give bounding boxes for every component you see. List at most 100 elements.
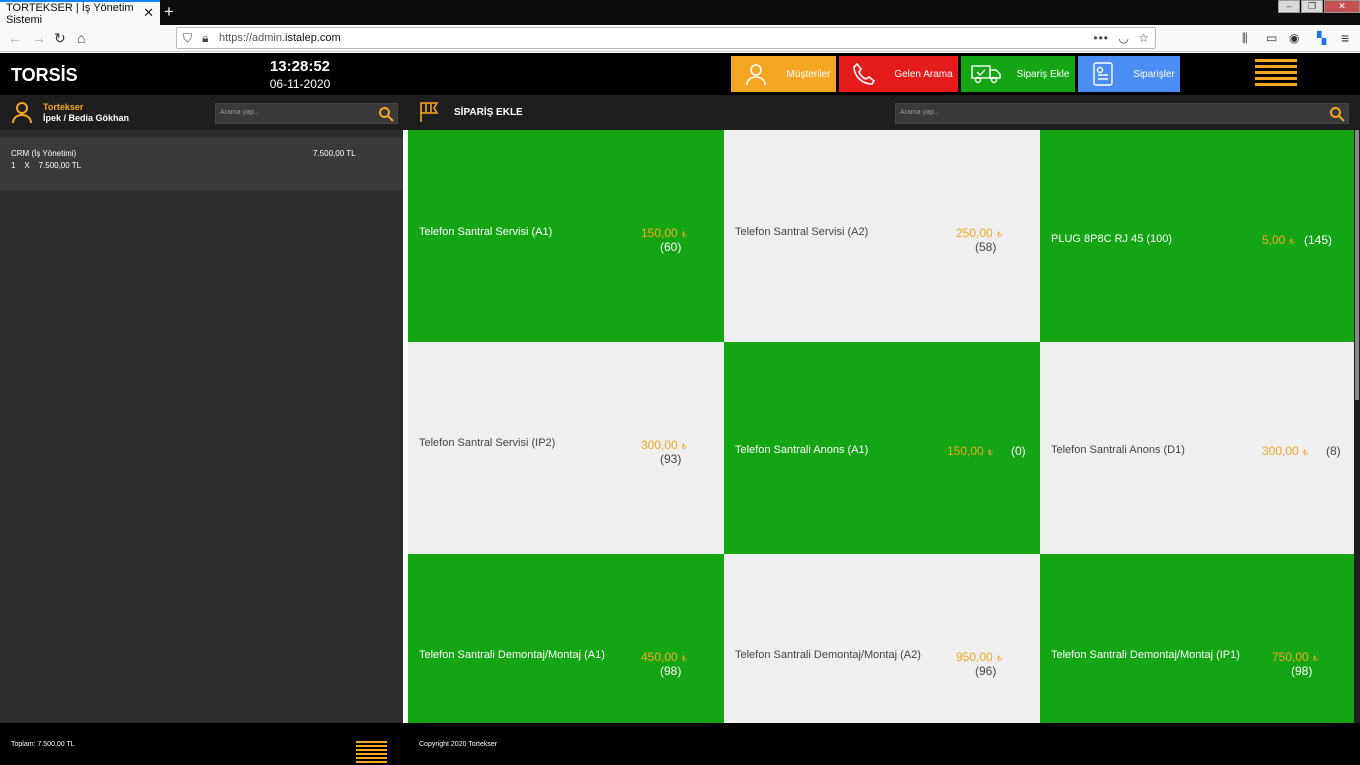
browser-tab[interactable]: TORTEKSER | İş Yönetim Sistemi ✕ — [0, 0, 160, 26]
reload-icon[interactable]: ↻ — [54, 29, 66, 47]
product-name: Telefon Santrali Anons (A1) — [735, 444, 869, 456]
scrollbar-thumb[interactable] — [1355, 130, 1359, 400]
product-stock: (8) — [1326, 444, 1341, 458]
product-name: Telefon Santrali Demontaj/Montaj (IP1) — [1051, 649, 1240, 661]
cart-item[interactable]: CRM (İş Yönetimi) 1 X 7.500,00 TL 7.500,… — [0, 138, 403, 190]
product-tile[interactable]: Telefon Santrali Anons (A1) 150,00 ₺ (0) — [724, 342, 1040, 554]
product-search-input[interactable]: Arama yap... — [895, 103, 1349, 124]
orders-button-label: Siparişler — [1133, 68, 1175, 80]
truck-icon — [961, 63, 1011, 85]
customers-button-label: Müşteriler — [786, 68, 831, 80]
product-search-placeholder: Arama yap... — [900, 109, 940, 116]
extension-icon[interactable]: ▚ — [1317, 29, 1326, 47]
product-tile[interactable]: Telefon Santrali Demontaj/Montaj (IP1) 7… — [1040, 554, 1354, 723]
menu-icon[interactable]: ≡ — [1341, 29, 1349, 47]
section-title: SİPARİŞ EKLE — [454, 107, 523, 118]
product-price: 5,00 ₺ — [1262, 233, 1295, 247]
library-icon[interactable]: ⫼ — [1242, 29, 1248, 47]
forward-icon[interactable]: → — [32, 29, 46, 47]
product-name: Telefon Santral Servisi (A1) — [419, 226, 553, 238]
flag-icon — [420, 102, 439, 122]
incoming-call-button[interactable]: Gelen Arama — [839, 56, 958, 92]
sidebar-icon[interactable]: ▭ — [1266, 29, 1277, 47]
footer-menu-icon[interactable] — [356, 741, 387, 765]
clock-date: 06-11-2020 — [269, 77, 331, 91]
main-menu-icon[interactable] — [1255, 59, 1297, 88]
user-name: İpek / Bedia Gökhan — [43, 113, 130, 123]
product-name: Telefon Santrali Demontaj/Montaj (A1) — [419, 649, 605, 661]
back-icon[interactable]: ← — [8, 29, 22, 47]
user-company: Tortekser — [43, 102, 84, 112]
product-tile[interactable]: Telefon Santrali Demontaj/Montaj (A2) 95… — [724, 554, 1040, 723]
window-controls: – ❐ ✕ — [1277, 0, 1360, 14]
page-actions-icon[interactable]: ••• — [1093, 30, 1109, 46]
product-price: 750,00 ₺ — [1272, 650, 1318, 664]
url-bar[interactable]: ⛉ 🔒︎ https://admin.istalep.com ••• ◡ ☆ — [176, 27, 1156, 49]
product-name: Telefon Santrali Demontaj/Montaj (A2) — [735, 649, 921, 661]
close-tab-icon[interactable]: ✕ — [143, 5, 154, 21]
copyright-text: Copyright 2020 Tortekser — [419, 741, 498, 748]
clock: 13:28:52 06-11-2020 — [260, 58, 340, 91]
product-stock: (98) — [660, 664, 682, 678]
window-close-icon[interactable]: ✕ — [1324, 0, 1360, 13]
product-stock: (58) — [975, 240, 997, 254]
product-price: 300,00 ₺ — [1262, 444, 1308, 458]
product-tile[interactable]: Telefon Santral Servisi (A2) 250,00 ₺ (58… — [724, 130, 1040, 342]
incoming-call-button-label: Gelen Arama — [894, 68, 953, 80]
url-text: https://admin.istalep.com — [219, 32, 341, 44]
orders-button[interactable]: Siparişler — [1078, 56, 1180, 92]
product-tile[interactable]: Telefon Santrali Demontaj/Montaj (A1) 45… — [408, 554, 724, 723]
user-bar: Tortekser İpek / Bedia Gökhan Arama yap.… — [0, 95, 403, 130]
product-tile[interactable]: PLUG 8P8C RJ 45 (100) 5,00 ₺ (145) — [1040, 130, 1354, 342]
pocket-icon[interactable]: ◡ — [1119, 30, 1129, 46]
product-stock: (98) — [1291, 664, 1313, 678]
product-name: Telefon Santrali Anons (D1) — [1051, 444, 1185, 456]
product-stock: (96) — [975, 664, 997, 678]
add-order-button[interactable]: Sipariş Ekle — [961, 56, 1075, 92]
product-price: 150,00 ₺ — [641, 226, 687, 240]
cart-item-name: CRM (İş Yönetimi) — [11, 149, 77, 158]
cart-item-quantity: 1 X 7.500,00 TL — [11, 161, 82, 170]
browser-tab-title: TORTEKSER | İş Yönetim Sistemi — [6, 1, 134, 26]
product-name: PLUG 8P8C RJ 45 (100) — [1051, 233, 1173, 245]
new-tab-icon[interactable]: + — [164, 2, 174, 22]
search-icon[interactable] — [1329, 106, 1345, 122]
product-stock: (0) — [1011, 444, 1026, 458]
product-stock: (145) — [1304, 233, 1333, 247]
section-bar: SİPARİŞ EKLE Arama yap... — [403, 95, 1360, 130]
cart-total: Toplam: 7.500,00 TL — [11, 741, 75, 748]
product-stock: (93) — [660, 452, 682, 466]
product-tile[interactable]: Telefon Santral Servisi (A1) 150,00 ₺ (60… — [408, 130, 724, 342]
restore-icon[interactable]: ❐ — [1301, 0, 1323, 13]
customers-button[interactable]: Müşteriler — [731, 56, 836, 92]
phone-icon — [839, 62, 889, 86]
clock-time: 13:28:52 — [269, 58, 331, 75]
cart-panel: Tortekser İpek / Bedia Gökhan Arama yap.… — [0, 95, 403, 723]
user-avatar-icon — [12, 102, 32, 124]
minimize-icon[interactable]: – — [1278, 0, 1300, 13]
app-logo[interactable]: TORSİS — [11, 65, 78, 86]
bookmark-star-icon[interactable]: ☆ — [1138, 30, 1149, 46]
user-icon — [731, 62, 781, 86]
search-icon[interactable] — [378, 106, 394, 122]
order-list-icon — [1078, 61, 1128, 87]
product-price: 300,00 ₺ — [641, 438, 687, 452]
browser-nav-bar: ← → ↻ ⌂ ⛉ 🔒︎ https://admin.istalep.com •… — [0, 25, 1360, 52]
product-price: 450,00 ₺ — [641, 650, 687, 664]
shield-icon[interactable]: ⛉ — [183, 30, 192, 46]
cart-search-placeholder: Arama yap... — [220, 109, 260, 116]
product-grid: Telefon Santral Servisi (A1) 150,00 ₺ (60… — [408, 130, 1354, 723]
browser-tab-bar: TORTEKSER | İş Yönetim Sistemi ✕ + – ❐ ✕ — [0, 0, 1360, 26]
home-icon[interactable]: ⌂ — [77, 29, 85, 47]
product-grid-scrollbar[interactable] — [1354, 130, 1360, 723]
footer: Toplam: 7.500,00 TL Copyright 2020 Torte… — [0, 723, 1360, 765]
account-icon[interactable]: ◉ — [1289, 29, 1299, 47]
add-order-button-label: Sipariş Ekle — [1016, 68, 1070, 80]
product-price: 250,00 ₺ — [956, 226, 1002, 240]
product-tile[interactable]: Telefon Santrali Anons (D1) 300,00 ₺ (8) — [1040, 342, 1354, 554]
product-tile[interactable]: Telefon Santral Servisi (IP2) 300,00 ₺ (9… — [408, 342, 724, 554]
cart-item-price: 7.500,00 TL — [313, 149, 356, 158]
product-name: Telefon Santral Servisi (IP2) — [419, 437, 556, 449]
cart-search-input[interactable]: Arama yap... — [215, 103, 398, 124]
lock-icon[interactable]: 🔒︎ — [202, 30, 208, 46]
